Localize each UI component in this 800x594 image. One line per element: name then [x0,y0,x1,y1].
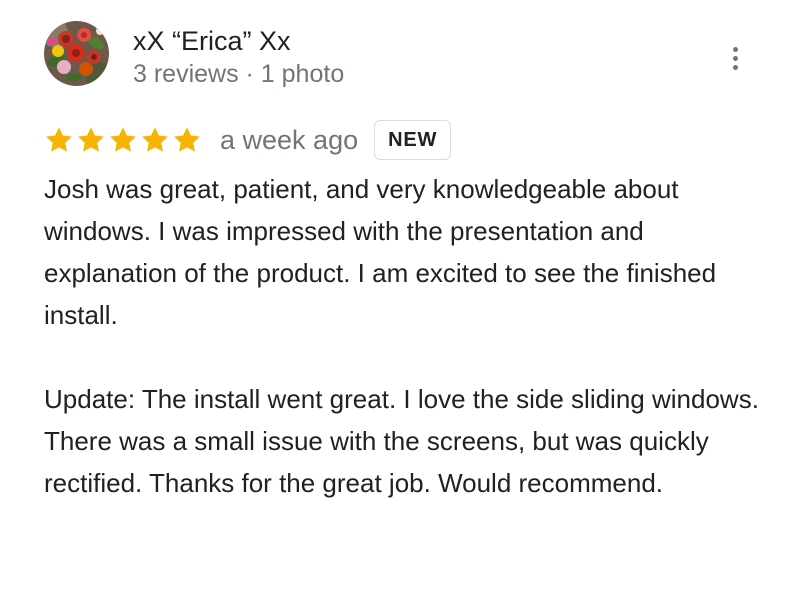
star-icon [110,127,136,152]
star-icon [46,127,72,152]
review-card: xX “Erica” Xx 3 reviews · 1 photo a week… [0,0,800,594]
rating-row: a week ago NEW [44,120,452,160]
review-time: a week ago [220,125,359,155]
more-vert-icon [732,46,738,52]
star-icon [142,127,168,152]
star-icon [78,127,104,152]
rose-bouquet-avatar-icon [44,21,109,86]
reviewer-name[interactable]: xX “Erica” Xx [133,24,291,58]
review-paragraph: Josh was great, patient, and very knowle… [44,174,717,330]
review-paragraph: Update: The install went great. I love t… [44,384,759,498]
more-options-button[interactable] [718,40,752,76]
review-text: Josh was great, patient, and very knowle… [44,168,764,504]
reviewer-meta: 3 reviews · 1 photo [133,60,345,88]
star-icon [174,127,200,152]
avatar[interactable] [44,21,109,86]
star-rating [44,125,202,155]
new-badge: NEW [374,120,452,160]
